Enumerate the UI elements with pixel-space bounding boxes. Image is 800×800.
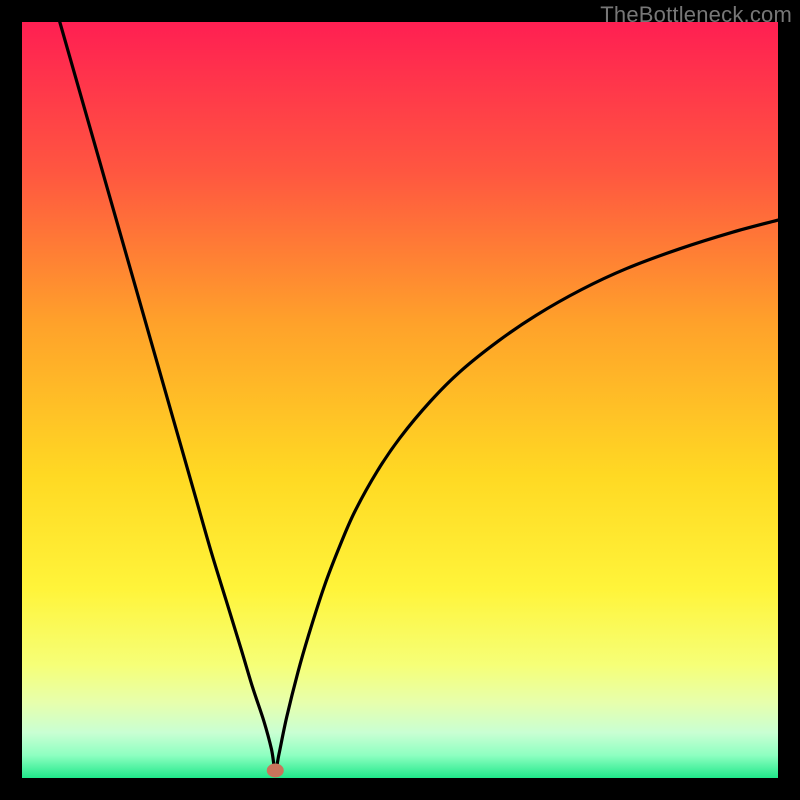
chart-background xyxy=(22,22,778,778)
bottleneck-chart xyxy=(22,22,778,778)
chart-frame xyxy=(22,22,778,778)
min-marker xyxy=(267,763,284,777)
watermark-text: TheBottleneck.com xyxy=(600,2,792,28)
